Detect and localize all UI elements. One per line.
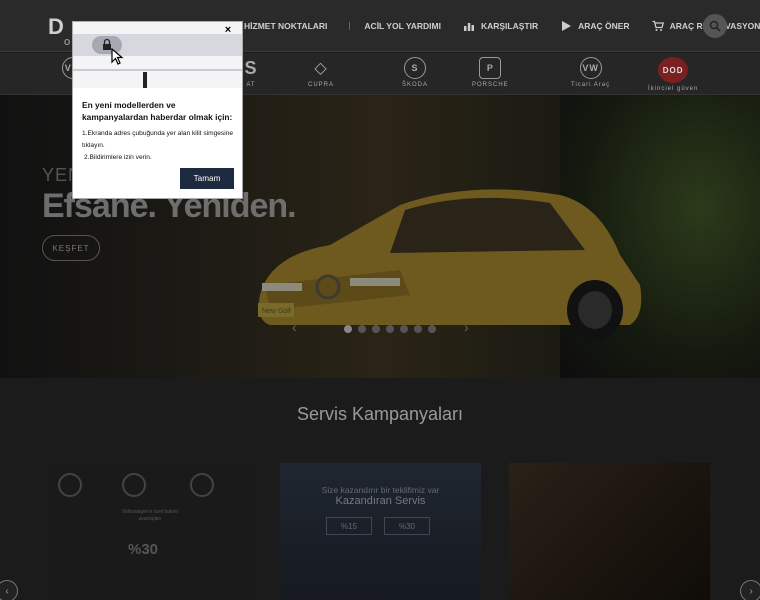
carousel-dot[interactable]: [414, 325, 422, 333]
popup-heading: En yeni modellerden ve kampanyalardan ha…: [82, 100, 233, 122]
ok-button[interactable]: Tamam: [180, 168, 234, 189]
nav-roadside-assistance[interactable]: ACİL YOL YARDIMI: [364, 21, 441, 31]
brand-cupra[interactable]: ◇ CUPRA: [308, 57, 334, 88]
carousel-dots: [344, 325, 436, 333]
nav-service-points[interactable]: HİZMET NOKTALARI: [244, 21, 327, 31]
discover-button[interactable]: KEŞFET: [42, 235, 100, 261]
brand-label: PORSCHE: [472, 82, 509, 88]
vw-commercial-icon: VW: [579, 57, 602, 79]
section-title: Servis Kampanyaları: [296, 404, 464, 424]
campaign-card-2[interactable]: Size kazandırır bir teklifimiz var Kazan…: [280, 463, 481, 600]
logo-sub: O: [64, 38, 72, 47]
brand-label: CUPRA: [308, 82, 335, 88]
search-icon: [709, 20, 721, 32]
brand-dod[interactable]: DOD İkinciel güven: [648, 57, 698, 92]
popup-illustration: [73, 22, 242, 88]
nav-label: ARAÇ ÖNER: [578, 21, 630, 31]
brand-label: İkinciel güven: [648, 86, 699, 92]
wheel-icon: [58, 473, 82, 497]
brand-label: ŠKODA: [402, 82, 429, 88]
cursor-icon: [111, 48, 124, 65]
card-title: Kazandıran Servis: [335, 495, 426, 507]
nav-recommend-car[interactable]: ARAÇ ÖNER: [560, 20, 630, 32]
brand-seat[interactable]: S AT: [240, 57, 262, 89]
license-plate: New Golf: [262, 308, 291, 315]
card-discount: %30: [128, 541, 159, 558]
hero-prev-arrow[interactable]: ‹: [292, 319, 297, 335]
discount-box: %30: [384, 517, 430, 535]
card-subtitle: Size kazandırır bir teklifimiz var: [321, 485, 440, 495]
wheel-icon: [190, 473, 214, 497]
carousel-right-arrow[interactable]: ›: [740, 580, 760, 600]
nav-label: KARŞILAŞTIR: [480, 21, 539, 31]
carousel-dot[interactable]: [428, 325, 436, 333]
notification-popup: × En yeni modellerden ve kampanyalardan …: [72, 21, 243, 199]
seat-icon: S: [244, 57, 258, 78]
card-text: Volkswagen'e özel bakım avantajları: [122, 509, 178, 522]
main-nav: HİZMET NOKTALARI ACİL YOL YARDIMI KARŞIL…: [244, 0, 760, 52]
brand-label: AT: [246, 82, 256, 88]
hero-next-arrow[interactable]: ›: [464, 319, 469, 335]
close-icon[interactable]: ×: [220, 22, 236, 38]
car-illustration: New Golf: [258, 189, 642, 340]
popup-divider: [73, 69, 242, 71]
carousel-dot[interactable]: [372, 325, 380, 333]
nav-divider: [349, 22, 351, 30]
discount-box: %15: [326, 517, 372, 535]
cart-icon: [652, 20, 664, 31]
brand-vw-commercial[interactable]: VW Ticari Araç: [571, 57, 610, 88]
bar-chart-icon: [463, 23, 474, 31]
wheel-icon: [122, 473, 146, 497]
brand-label: Ticari Araç: [571, 82, 611, 88]
popup-step-2: 2.Bildirimlere izin verin.: [84, 154, 152, 161]
carousel-dot[interactable]: [400, 325, 408, 333]
play-icon: [562, 21, 572, 31]
nav-label: ACİL YOL YARDIMI: [364, 21, 441, 31]
dod-icon: DOD: [658, 57, 689, 83]
logo-text: D: [48, 14, 65, 39]
brand-skoda[interactable]: S ŠKODA: [402, 57, 428, 88]
brand-porsche[interactable]: P PORSCHE: [472, 57, 509, 88]
nav-label: HİZMET NOKTALARI: [244, 21, 328, 31]
porsche-icon: P: [479, 57, 502, 79]
campaign-card-3[interactable]: [509, 463, 710, 600]
search-button[interactable]: [703, 14, 727, 38]
logo[interactable]: DO: [48, 14, 70, 47]
nav-compare[interactable]: KARŞILAŞTIR: [463, 20, 538, 32]
cupra-icon: ◇: [314, 60, 328, 77]
carousel-dot[interactable]: [358, 325, 366, 333]
popup-step-1: 1.Ekranda adres çubuğunda yer alan kilit…: [82, 130, 234, 149]
skoda-icon: S: [404, 57, 426, 79]
campaign-card-1[interactable]: Volkswagen'e özel bakım avantajları %30: [50, 463, 251, 600]
carousel-dot[interactable]: [386, 325, 394, 333]
popup-marker: [143, 72, 147, 88]
carousel-dot[interactable]: [344, 325, 352, 333]
carousel-left-arrow[interactable]: ‹: [0, 580, 18, 600]
